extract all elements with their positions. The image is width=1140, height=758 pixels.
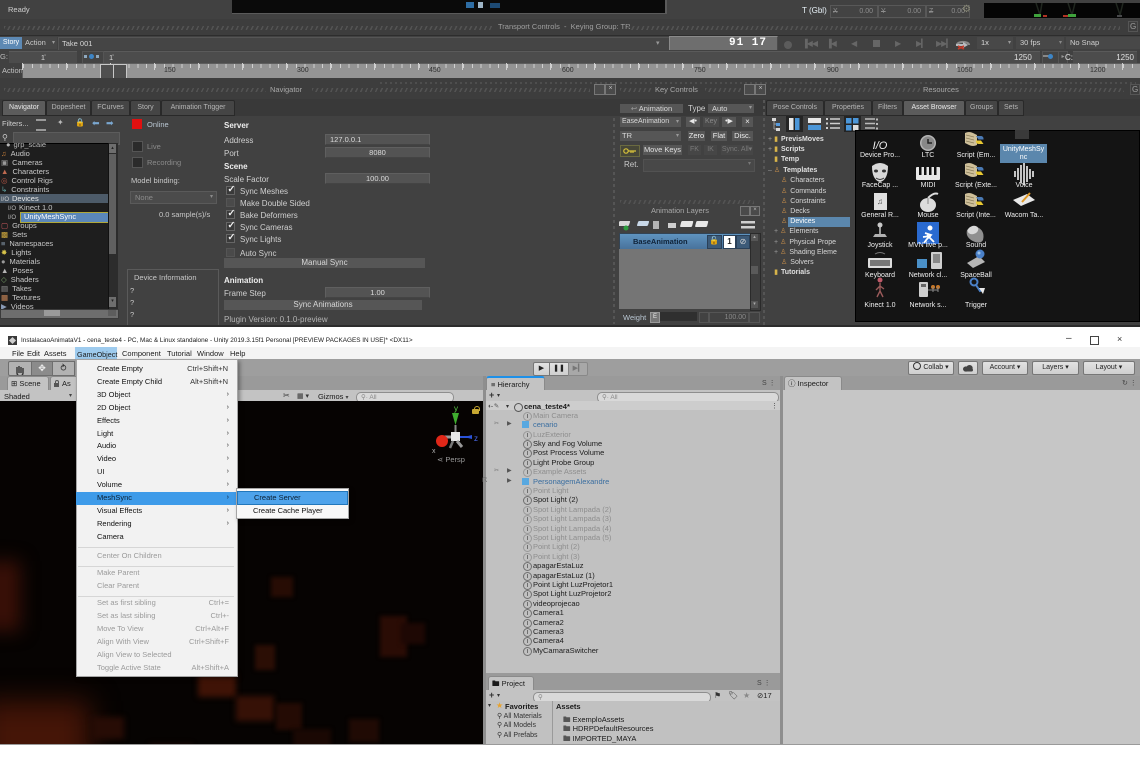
svg-text:♫: ♫ bbox=[877, 197, 883, 206]
svg-text:I/O: I/O bbox=[873, 140, 888, 152]
svg-text:x: x bbox=[432, 448, 436, 455]
svg-text:y: y bbox=[454, 404, 458, 413]
svg-text:z: z bbox=[474, 434, 478, 443]
